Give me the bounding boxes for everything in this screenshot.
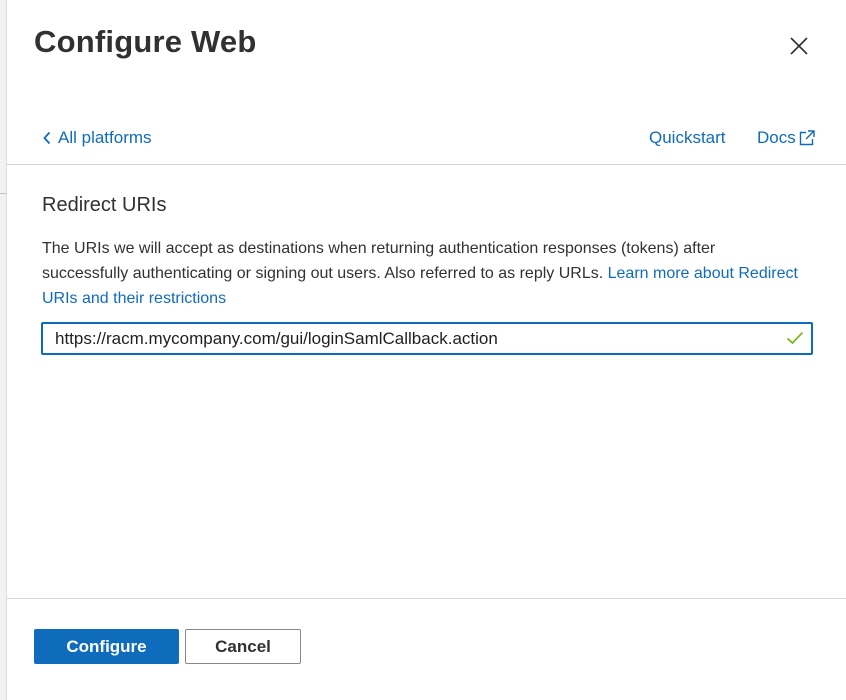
all-platforms-label: All platforms xyxy=(58,128,152,147)
redirect-uris-description: The URIs we will accept as destinations … xyxy=(42,236,802,311)
cancel-button[interactable]: Cancel xyxy=(185,629,301,664)
panel-nav-row: All platforms Quickstart Docs xyxy=(42,128,818,152)
footer-divider xyxy=(6,598,846,599)
docs-label: Docs xyxy=(757,128,796,147)
panel-edge-divider xyxy=(0,193,7,194)
panel-title: Configure Web xyxy=(34,24,257,59)
configure-button[interactable]: Configure xyxy=(34,629,179,664)
panel-left-edge xyxy=(0,0,7,700)
configure-web-panel: Configure Web All platforms Quickstart D… xyxy=(0,0,846,700)
close-button[interactable] xyxy=(786,33,812,59)
all-platforms-link[interactable]: All platforms xyxy=(42,128,152,148)
checkmark-icon xyxy=(786,331,804,345)
quickstart-link[interactable]: Quickstart xyxy=(649,128,726,148)
redirect-uri-field xyxy=(41,322,813,355)
external-link-icon xyxy=(798,129,816,147)
chevron-left-icon xyxy=(42,131,52,145)
redirect-uris-heading: Redirect URIs xyxy=(42,194,167,216)
redirect-uri-input[interactable] xyxy=(55,324,775,353)
close-icon xyxy=(790,37,808,55)
header-divider xyxy=(6,164,846,165)
docs-link[interactable]: Docs xyxy=(757,128,816,148)
